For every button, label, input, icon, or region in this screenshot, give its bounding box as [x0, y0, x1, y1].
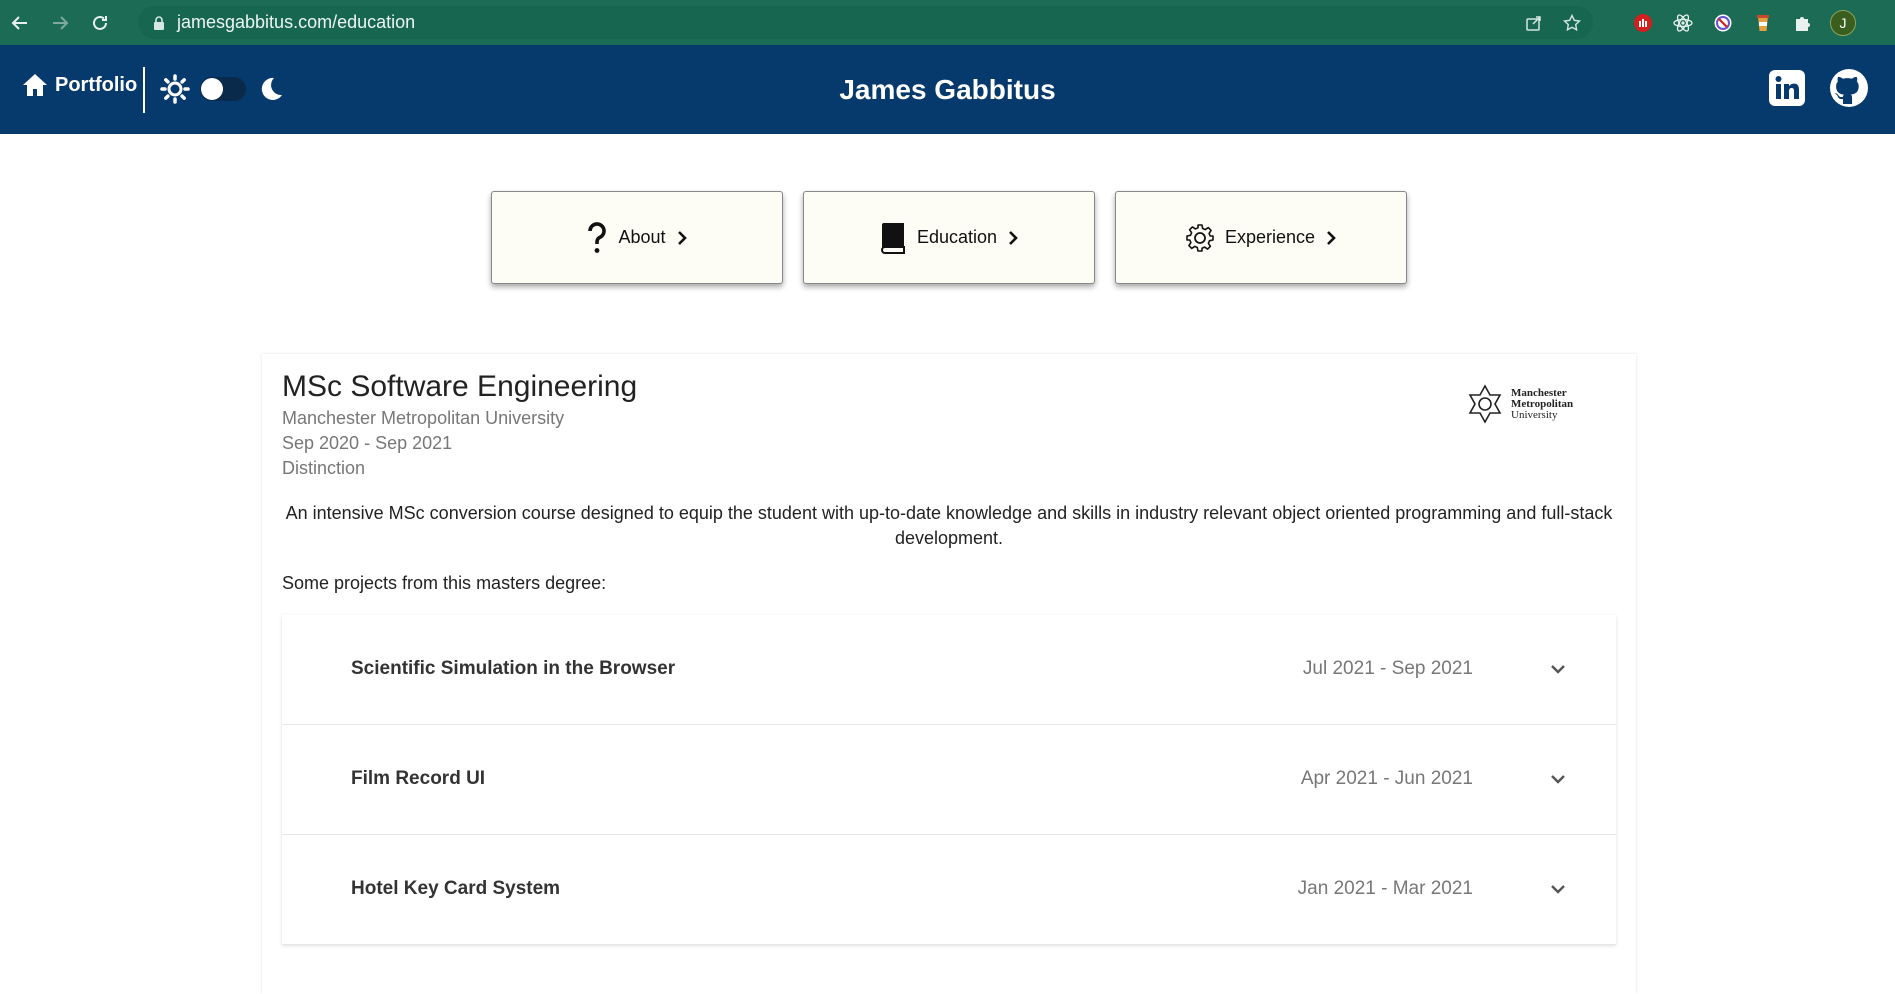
project-accordion-item[interactable]: Scientific Simulation in the Browser Jul…: [282, 615, 1616, 725]
browser-toolbar: jamesgabbitus.com/education J: [0, 0, 1895, 45]
url-text: jamesgabbitus.com/education: [177, 12, 416, 32]
chevron-right-icon: [1009, 230, 1018, 245]
social-links: [1767, 68, 1869, 108]
moon-icon: [261, 77, 282, 100]
back-arrow-icon: [11, 15, 27, 30]
university-logo: Manchester Metropolitan University: [1465, 384, 1573, 424]
mmu-logo-mark-icon: [1468, 384, 1502, 424]
home-icon: [23, 74, 47, 96]
coffee-extension-icon[interactable]: [1750, 10, 1776, 36]
degree-description: An intensive MSc conversion course desig…: [285, 503, 1613, 548]
reload-button[interactable]: [80, 0, 120, 45]
switch-knob: [201, 78, 223, 100]
project-accordion-item[interactable]: Hotel Key Card System Jan 2021 - Mar 202…: [282, 835, 1616, 945]
adblock-extension-icon[interactable]: [1630, 10, 1656, 36]
question-mark-icon: [588, 221, 607, 253]
gear-icon: [1186, 223, 1214, 252]
back-button[interactable]: [0, 0, 40, 45]
university-name: Manchester Metropolitan University: [282, 408, 565, 428]
forward-button[interactable]: [40, 0, 80, 45]
profile-avatar[interactable]: J: [1830, 9, 1856, 36]
education-label: Education: [916, 227, 998, 247]
home-link[interactable]: Portfolio: [22, 73, 137, 97]
react-devtools-icon[interactable]: [1670, 10, 1696, 36]
logo-text: Manchester Metropolitan University: [1511, 386, 1574, 421]
project-dates: Jan 2021 - Mar 2021: [1297, 878, 1473, 899]
reload-icon: [93, 15, 107, 30]
chevron-down-icon[interactable]: [1550, 883, 1566, 895]
degree-title: MSc Software Engineering: [282, 370, 638, 403]
home-label: Portfolio: [55, 73, 138, 96]
degree-grade: Distinction: [282, 458, 366, 478]
experience-nav-button[interactable]: Experience: [1115, 191, 1407, 284]
project-title: Film Record UI: [351, 768, 486, 789]
project-dates: Jul 2021 - Sep 2021: [1302, 658, 1473, 679]
address-bar[interactable]: jamesgabbitus.com/education: [138, 6, 1593, 39]
about-nav-button[interactable]: About: [491, 191, 783, 284]
extensions-puzzle-icon[interactable]: [1790, 10, 1816, 36]
book-icon: [880, 222, 905, 254]
about-label: About: [618, 227, 666, 247]
site-header: Portfolio James Gabbitus: [0, 45, 1895, 134]
theme-toggle[interactable]: [160, 74, 284, 104]
dark-mode-switch[interactable]: [200, 77, 246, 101]
share-icon[interactable]: [1525, 14, 1543, 32]
header-divider: [143, 67, 145, 113]
site-title: James Gabbitus: [839, 73, 1056, 105]
github-link[interactable]: [1829, 68, 1869, 108]
chevron-down-icon[interactable]: [1550, 773, 1566, 785]
chevron-down-icon[interactable]: [1550, 663, 1566, 675]
blocker-extension-icon[interactable]: [1710, 10, 1736, 36]
bookmark-star-icon[interactable]: [1563, 13, 1581, 32]
education-card: MSc Software Engineering Manchester Metr…: [262, 354, 1636, 994]
project-list: Scientific Simulation in the Browser Jul…: [282, 615, 1616, 945]
project-dates: Apr 2021 - Jun 2021: [1300, 768, 1473, 789]
chevron-right-icon: [677, 230, 687, 245]
projects-intro: Some projects from this masters degree:: [282, 573, 607, 593]
forward-arrow-icon: [53, 15, 69, 30]
lock-icon: [154, 15, 164, 30]
linkedin-link[interactable]: [1767, 68, 1807, 108]
degree-dates: Sep 2020 - Sep 2021: [282, 433, 453, 453]
linkedin-icon: [1769, 70, 1805, 106]
project-title: Hotel Key Card System: [351, 878, 561, 899]
sun-icon: [160, 74, 190, 104]
chevron-right-icon: [1327, 230, 1336, 245]
experience-label: Experience: [1224, 227, 1316, 247]
section-nav: About Education Experience: [491, 191, 1407, 284]
github-icon: [1830, 69, 1868, 107]
education-nav-button[interactable]: Education: [803, 191, 1095, 284]
project-title: Scientific Simulation in the Browser: [351, 658, 676, 679]
project-accordion-item[interactable]: Film Record UI Apr 2021 - Jun 2021: [282, 725, 1616, 835]
